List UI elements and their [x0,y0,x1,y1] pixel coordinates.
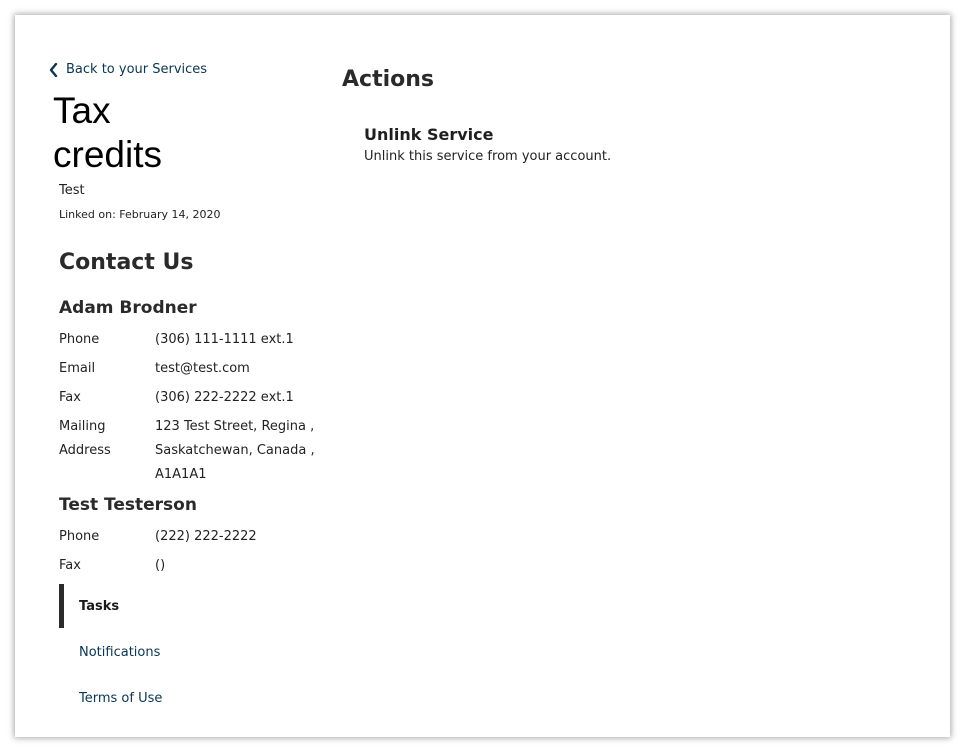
service-name: Test [59,183,85,198]
address-line-1: 123 Test Street, Regina , [155,419,315,434]
phone-label: Phone [59,332,100,347]
phone-label: Phone [59,529,100,544]
fax-label: Fax [59,558,81,573]
contact-heading: Contact Us [59,250,194,275]
page-title: Tax credits [53,90,162,175]
linked-date: Linked on: February 14, 2020 [59,208,221,221]
email-label: Email [59,361,96,376]
unlink-service-description: Unlink this service from your account. [364,149,612,164]
address-line-3: A1A1A1 [155,467,207,482]
contact-person-name: Test Testerson [59,495,197,515]
address-label: Address [59,443,111,458]
fax-label: Fax [59,390,81,405]
back-link-label: Back to your Services [66,62,208,77]
service-nav: Tasks Notifications Terms of Use [59,584,259,722]
fax-value: () [155,558,166,573]
page-frame: Back to your Services Tax credits Test L… [15,15,950,737]
nav-item-terms-of-use[interactable]: Terms of Use [59,676,259,720]
chevron-left-icon [49,62,58,77]
phone-value: (306) 111-1111 ext.1 [155,332,294,347]
nav-item-notifications[interactable]: Notifications [59,630,259,674]
contact-person-name: Adam Brodner [59,298,197,318]
mailing-label: Mailing [59,419,106,434]
address-line-2: Saskatchewan, Canada , [155,443,315,458]
contact-address-row: Mailing Address 123 Test Street, Regina … [59,415,359,487]
email-value: test@test.com [155,361,250,376]
nav-item-tasks[interactable]: Tasks [59,584,259,628]
phone-value: (222) 222-2222 [155,529,257,544]
fax-value: (306) 222-2222 ext.1 [155,390,294,405]
unlink-service-action[interactable]: Unlink Service [364,125,493,144]
back-to-services-link[interactable]: Back to your Services [49,62,207,77]
actions-heading: Actions [342,67,434,92]
